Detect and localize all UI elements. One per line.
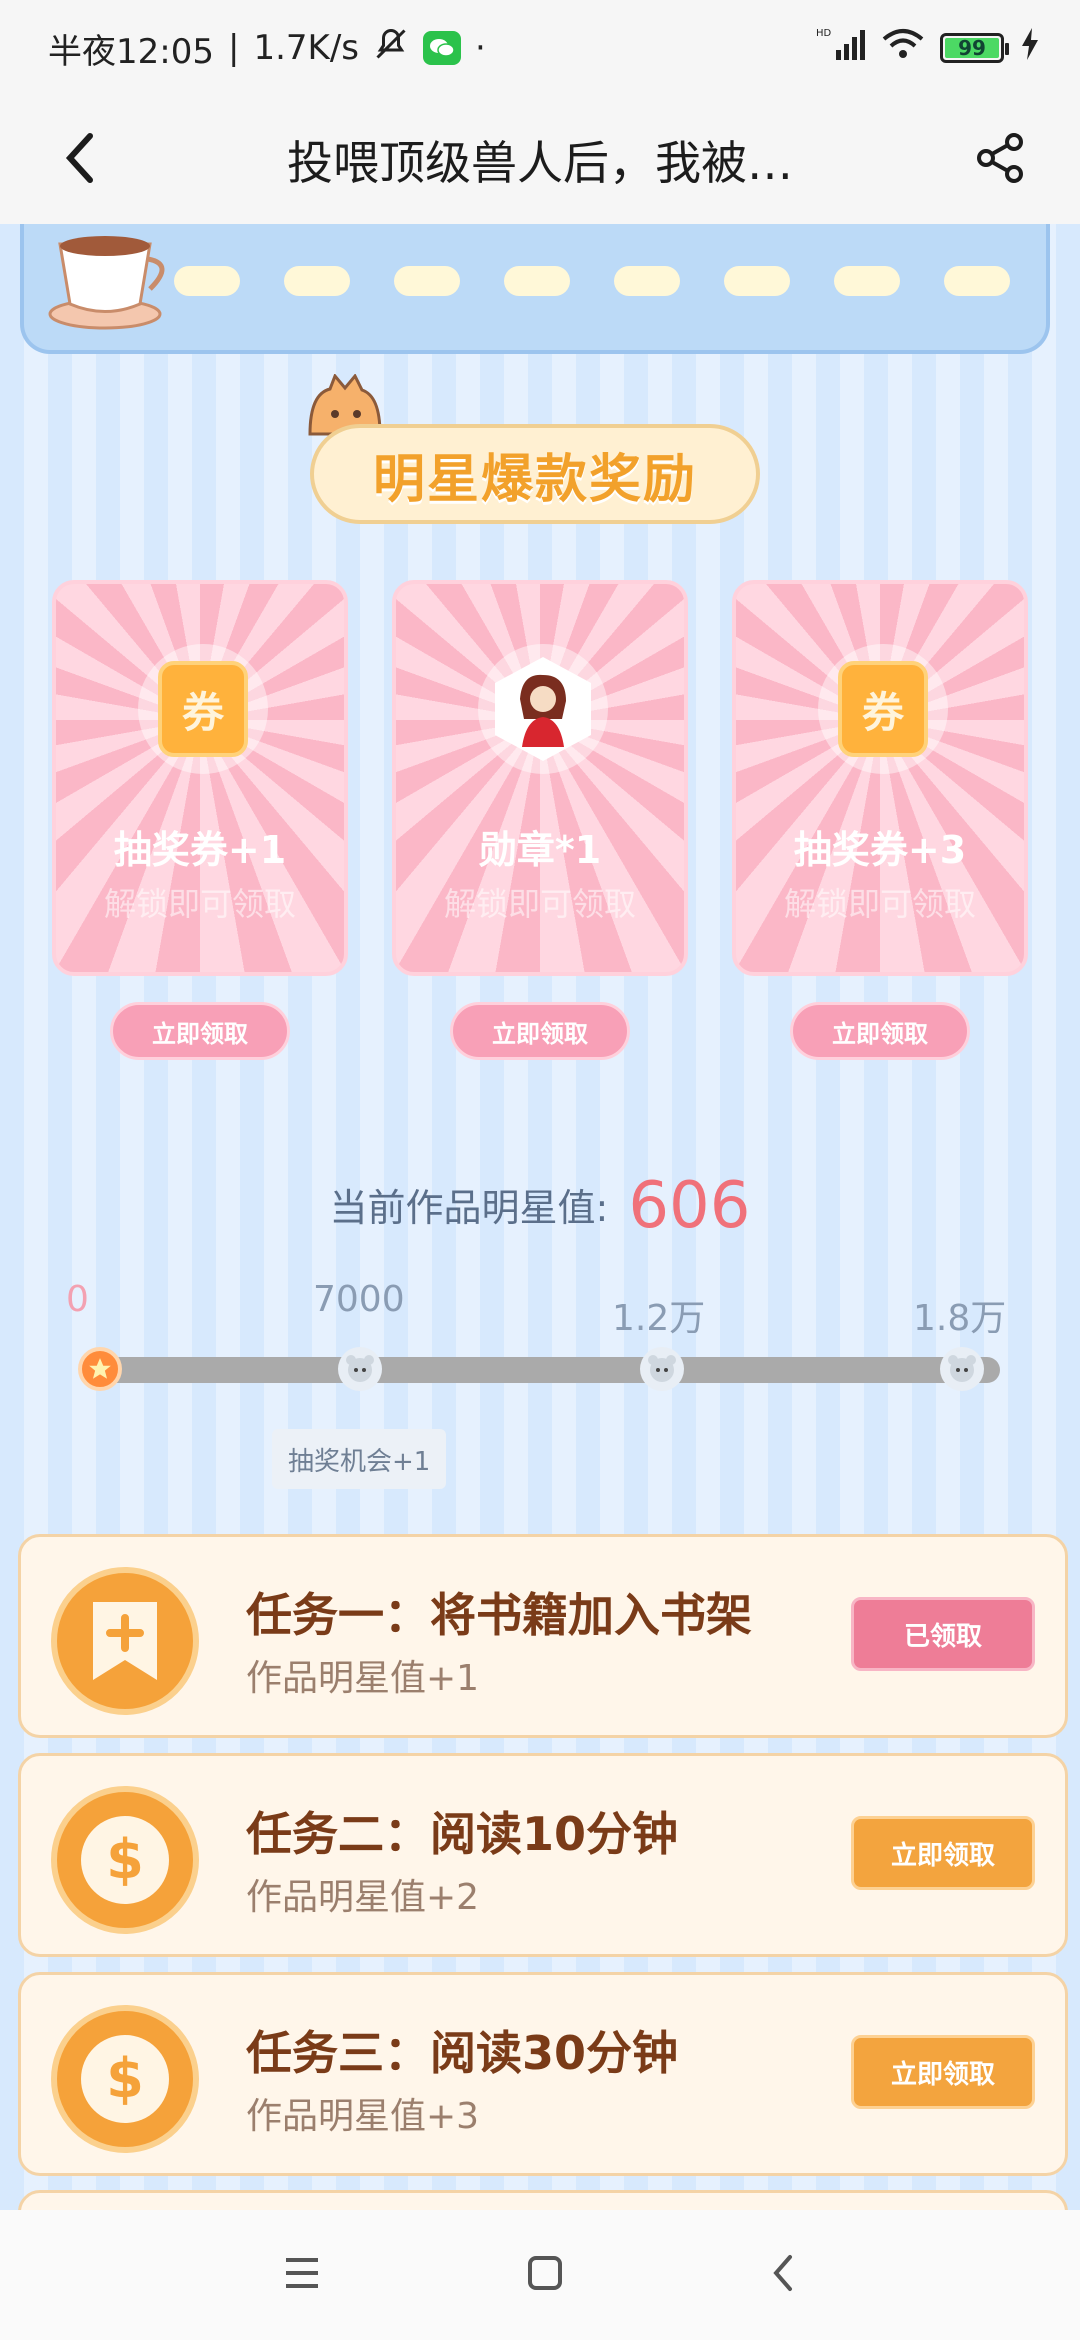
task-reward: 作品明星值+3 bbox=[246, 2096, 480, 2137]
charging-icon bbox=[1020, 27, 1040, 69]
section-title: 明星爆款奖励 bbox=[310, 424, 760, 524]
mascot-milestone-icon bbox=[640, 1347, 684, 1391]
reward-label: 抽奖券+1 bbox=[113, 828, 287, 872]
task-name: 任务一：将书籍加入书架 bbox=[246, 1588, 752, 1642]
lottery-chance-tag: 抽奖机会+1 bbox=[272, 1429, 447, 1489]
mascot-milestone-icon bbox=[338, 1347, 382, 1391]
battery-level: 99 bbox=[945, 36, 999, 60]
claim-reward-button[interactable]: 立即领取 bbox=[450, 1002, 630, 1060]
status-bar: 半夜12:05 | 1.7K/s · HD 99 bbox=[0, 0, 1080, 96]
claim-reward-button[interactable]: 立即领取 bbox=[790, 1002, 970, 1060]
page-content: 明星爆款奖励 券 抽奖券+1 解锁即可领取 勋章*1 解锁即可领取 券 抽奖券+… bbox=[0, 224, 1080, 2210]
task-card: $ 任务二：阅读10分钟 作品明星值+2 立即领取 bbox=[18, 1753, 1068, 1957]
reward-label: 勋章*1 bbox=[478, 828, 602, 872]
reward-badge: 券 bbox=[818, 644, 948, 774]
dollar-coin-icon: $ bbox=[51, 1786, 199, 1934]
menu-icon[interactable] bbox=[282, 2256, 322, 2294]
task-name: 任务三：阅读30分钟 bbox=[246, 2026, 679, 2080]
svg-text:HD: HD bbox=[816, 28, 832, 39]
status-divider: | bbox=[227, 28, 240, 68]
reward-sub: 解锁即可领取 bbox=[103, 885, 296, 923]
task-reward: 作品明星值+2 bbox=[246, 1877, 480, 1918]
milestone-label: 1.8万 bbox=[913, 1298, 1007, 1339]
back-icon bbox=[60, 130, 100, 190]
claim-task-button[interactable]: 立即领取 bbox=[851, 2035, 1035, 2109]
star-value-label: 当前作品明星值: bbox=[329, 1186, 609, 1230]
task-card: 任务一：将书籍加入书架 作品明星值+1 已领取 bbox=[18, 1534, 1068, 1738]
dollar-coin-icon: $ bbox=[51, 2005, 199, 2153]
task-card-partial bbox=[18, 2190, 1068, 2210]
wechat-icon bbox=[423, 31, 461, 65]
star-progress-icon bbox=[78, 1347, 122, 1391]
mute-icon bbox=[373, 26, 409, 71]
home-icon[interactable] bbox=[525, 2253, 565, 2297]
status-dot: · bbox=[475, 28, 486, 68]
task-reward: 作品明星值+1 bbox=[246, 1658, 480, 1699]
bookmark-plus-icon bbox=[51, 1567, 199, 1715]
back-button[interactable] bbox=[40, 120, 120, 200]
nav-back-icon[interactable] bbox=[768, 2253, 798, 2297]
svg-text:$: $ bbox=[106, 1828, 144, 1891]
battery-indicator: 99 bbox=[940, 33, 1009, 63]
star-value: 606 bbox=[628, 1169, 751, 1243]
banner-strip bbox=[174, 266, 1026, 296]
task-name: 任务二：阅读10分钟 bbox=[246, 1807, 679, 1861]
title-bar: 投喂顶级兽人后，我被… bbox=[0, 96, 1080, 224]
voucher-icon: 券 bbox=[838, 661, 928, 757]
voucher-icon: 券 bbox=[158, 661, 248, 757]
medal-icon bbox=[495, 657, 591, 761]
svg-text:$: $ bbox=[106, 2047, 144, 2110]
wifi-icon bbox=[882, 27, 924, 70]
task-card: $ 任务三：阅读30分钟 作品明星值+3 立即领取 bbox=[18, 1972, 1068, 2176]
claim-task-button[interactable]: 立即领取 bbox=[851, 1816, 1035, 1890]
milestone-label: 7000 bbox=[313, 1279, 405, 1320]
reward-card: 券 抽奖券+1 解锁即可领取 bbox=[52, 580, 348, 976]
share-icon bbox=[974, 132, 1026, 188]
status-speed: 1.7K/s bbox=[253, 28, 359, 68]
milestone-label: 0 bbox=[66, 1279, 89, 1320]
coffee-cup-icon bbox=[30, 224, 180, 334]
reward-badge bbox=[478, 644, 608, 774]
reward-badge: 券 bbox=[138, 644, 268, 774]
mascot-milestone-icon bbox=[940, 1347, 984, 1391]
star-value-row: 当前作品明星值: 606 bbox=[0, 1169, 1080, 1243]
status-time: 半夜12:05 bbox=[48, 31, 214, 72]
progress-track bbox=[80, 1357, 1000, 1383]
signal-icon: HD bbox=[816, 26, 866, 71]
reward-card: 勋章*1 解锁即可领取 bbox=[392, 580, 688, 976]
claimed-button[interactable]: 已领取 bbox=[851, 1597, 1035, 1671]
milestone-label: 1.2万 bbox=[612, 1298, 706, 1339]
reward-sub: 解锁即可领取 bbox=[443, 885, 636, 923]
reward-label: 抽奖券+3 bbox=[793, 828, 967, 872]
system-nav-bar bbox=[0, 2210, 1080, 2340]
reward-card: 券 抽奖券+3 解锁即可领取 bbox=[732, 580, 1028, 976]
page-title: 投喂顶级兽人后，我被… bbox=[287, 136, 793, 190]
claim-reward-button[interactable]: 立即领取 bbox=[110, 1002, 290, 1060]
reward-sub: 解锁即可领取 bbox=[783, 885, 976, 923]
share-button[interactable] bbox=[960, 120, 1040, 200]
